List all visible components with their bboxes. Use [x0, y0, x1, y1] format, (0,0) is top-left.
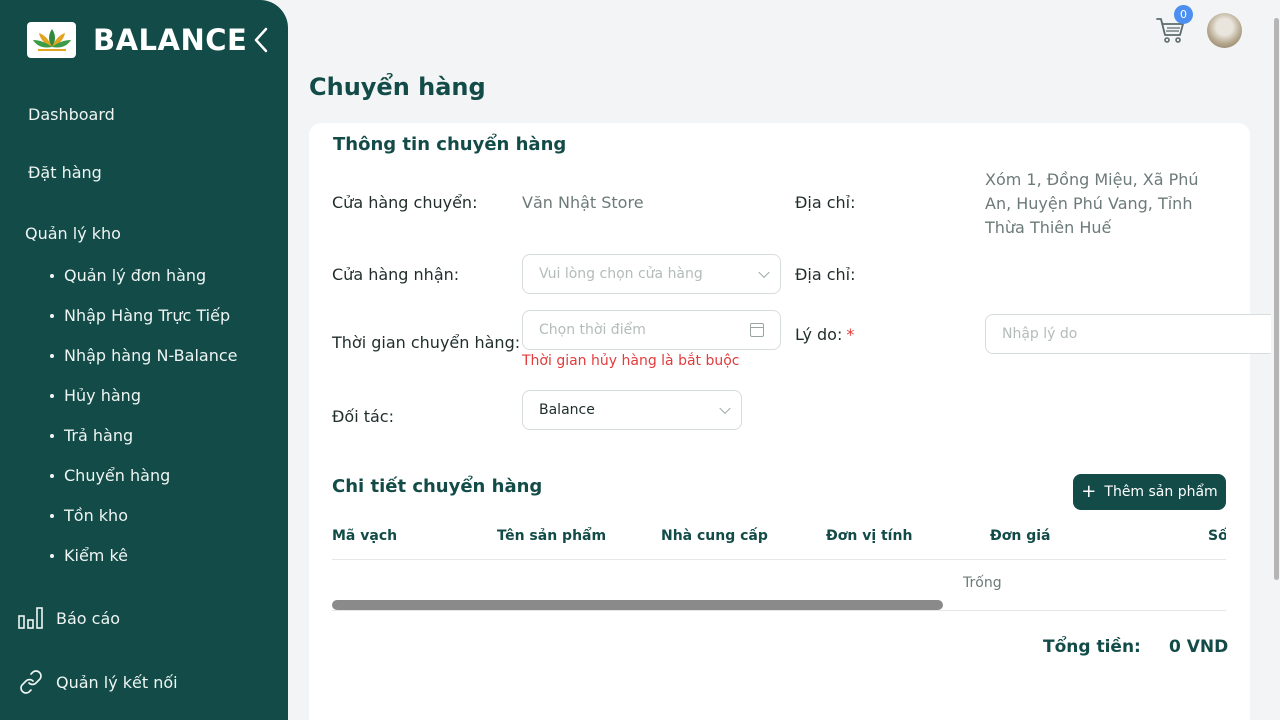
- table-horizontal-scrollbar[interactable]: [332, 600, 943, 610]
- sidebar-subitem-label: Nhập hàng N-Balance: [64, 346, 238, 365]
- avatar[interactable]: [1207, 13, 1242, 48]
- column-header-unit: Đơn vị tính: [826, 528, 913, 544]
- column-header-price: Đơn giá: [990, 528, 1051, 544]
- total-value: 0 VND: [1169, 637, 1229, 657]
- bullet-icon: [50, 393, 54, 398]
- sidebar-subitem-label: Tồn kho: [64, 506, 128, 525]
- chevron-left-icon[interactable]: [252, 27, 270, 53]
- bullet-icon: [50, 273, 54, 278]
- chevron-down-icon: [719, 402, 731, 415]
- transfer-time-label: Thời gian chuyển hàng:: [332, 333, 521, 352]
- bullet-icon: [50, 473, 54, 478]
- bullet-icon: [50, 513, 54, 518]
- transfer-time-picker[interactable]: Chọn thời điểm: [522, 310, 781, 350]
- add-product-label: Thêm sản phẩm: [1104, 484, 1218, 500]
- brand[interactable]: BALANCE: [27, 22, 247, 58]
- sidebar-subitem-label: Nhập Hàng Trực Tiếp: [64, 306, 231, 325]
- partner-label: Đối tác:: [332, 407, 394, 426]
- bullet-icon: [50, 433, 54, 438]
- sidebar-item-label: Quản lý kết nối: [56, 672, 178, 692]
- sidebar-subitem-label: Quản lý đơn hàng: [64, 266, 207, 285]
- chevron-down-icon: [758, 266, 770, 279]
- partner-select[interactable]: Balance: [522, 390, 742, 430]
- sidebar-item-bao-cao[interactable]: Báo cáo: [18, 606, 120, 630]
- to-store-placeholder: Vui lòng chọn cửa hàng: [539, 266, 703, 282]
- sidebar-subitem-ton-kho[interactable]: Tồn kho: [50, 506, 128, 525]
- from-store-value: Văn Nhật Store: [522, 193, 644, 212]
- plus-icon: +: [1081, 481, 1097, 502]
- link-icon: [20, 670, 42, 694]
- sidebar-subitem-label: Chuyển hàng: [64, 466, 171, 485]
- column-header-product-name: Tên sản phẩm: [497, 528, 607, 544]
- page-title: Chuyển hàng: [309, 73, 486, 101]
- sidebar-item-dat-hang[interactable]: Đặt hàng: [28, 163, 102, 182]
- column-header-quantity: Số: [1208, 528, 1226, 544]
- from-address-value: Xóm 1, Đồng Miệu, Xã Phú An, Huyện Phú V…: [985, 170, 1199, 237]
- brand-name: BALANCE: [93, 23, 248, 57]
- transfer-time-error: Thời gian hủy hàng là bắt buộc: [522, 353, 740, 369]
- reason-label: Lý do: *: [795, 325, 854, 344]
- to-store-label: Cửa hàng nhận:: [332, 265, 460, 284]
- sidebar-item-quan-ly-ket-noi[interactable]: Quản lý kết nối: [18, 670, 178, 694]
- sidebar-subitem-nhap-hang-n-balance[interactable]: Nhập hàng N-Balance: [50, 346, 237, 365]
- sidebar-item-label: Báo cáo: [56, 608, 121, 628]
- sidebar: BALANCE Dashboard Đặt hàng Quản lý kho Q…: [0, 0, 288, 720]
- logo: [27, 22, 76, 58]
- sidebar-item-dashboard[interactable]: Dashboard: [28, 105, 115, 124]
- from-address-label: Địa chỉ:: [795, 193, 856, 212]
- reason-input[interactable]: Nhập lý do: [985, 314, 1271, 354]
- sidebar-subitem-quan-ly-don-hang[interactable]: Quản lý đơn hàng: [50, 266, 206, 285]
- sidebar-subitem-kiem-ke[interactable]: Kiểm kê: [50, 546, 128, 565]
- column-header-supplier: Nhà cung cấp: [661, 528, 768, 544]
- sidebar-item-quan-ly-kho[interactable]: Quản lý kho: [25, 224, 121, 243]
- to-address-label: Địa chỉ:: [795, 265, 856, 284]
- sidebar-subitem-chuyen-hang[interactable]: Chuyển hàng: [50, 466, 170, 485]
- required-marker: *: [846, 325, 855, 344]
- table-header-divider: [332, 559, 1226, 560]
- info-section-title: Thông tin chuyển hàng: [333, 134, 567, 155]
- bar-chart-icon: [18, 607, 43, 629]
- reason-placeholder: Nhập lý do: [1002, 326, 1078, 342]
- partner-value: Balance: [539, 402, 595, 418]
- calendar-icon: [750, 323, 764, 337]
- detail-section-title: Chi tiết chuyển hàng: [332, 476, 543, 497]
- to-store-select[interactable]: Vui lòng chọn cửa hàng: [522, 254, 781, 294]
- sidebar-subitem-label: Kiểm kê: [64, 546, 128, 565]
- bullet-icon: [50, 353, 54, 358]
- reason-label-text: Lý do:: [795, 325, 843, 344]
- sidebar-subitem-huy-hang[interactable]: Hủy hàng: [50, 386, 141, 405]
- bullet-icon: [50, 313, 54, 318]
- transfer-time-placeholder: Chọn thời điểm: [539, 322, 646, 338]
- page-vertical-scrollbar[interactable]: [1274, 18, 1279, 580]
- cart-count-badge: 0: [1174, 5, 1193, 24]
- table-bottom-divider: [332, 610, 1226, 611]
- add-product-button[interactable]: + Thêm sản phẩm: [1073, 474, 1226, 510]
- sidebar-subitem-tra-hang[interactable]: Trả hàng: [50, 426, 133, 445]
- from-store-label: Cửa hàng chuyển:: [332, 193, 478, 212]
- sidebar-subitem-nhap-hang-truc-tiep[interactable]: Nhập Hàng Trực Tiếp: [50, 306, 230, 325]
- sidebar-subitem-label: Hủy hàng: [64, 386, 141, 405]
- table-empty-text: Trống: [963, 575, 1002, 591]
- bullet-icon: [50, 553, 54, 558]
- sidebar-subitem-label: Trả hàng: [64, 426, 134, 445]
- table-header: Mã vạch Tên sản phẩm Nhà cung cấp Đơn vị…: [332, 520, 1226, 560]
- total-label: Tổng tiền:: [1043, 637, 1141, 657]
- column-header-barcode: Mã vạch: [332, 528, 398, 544]
